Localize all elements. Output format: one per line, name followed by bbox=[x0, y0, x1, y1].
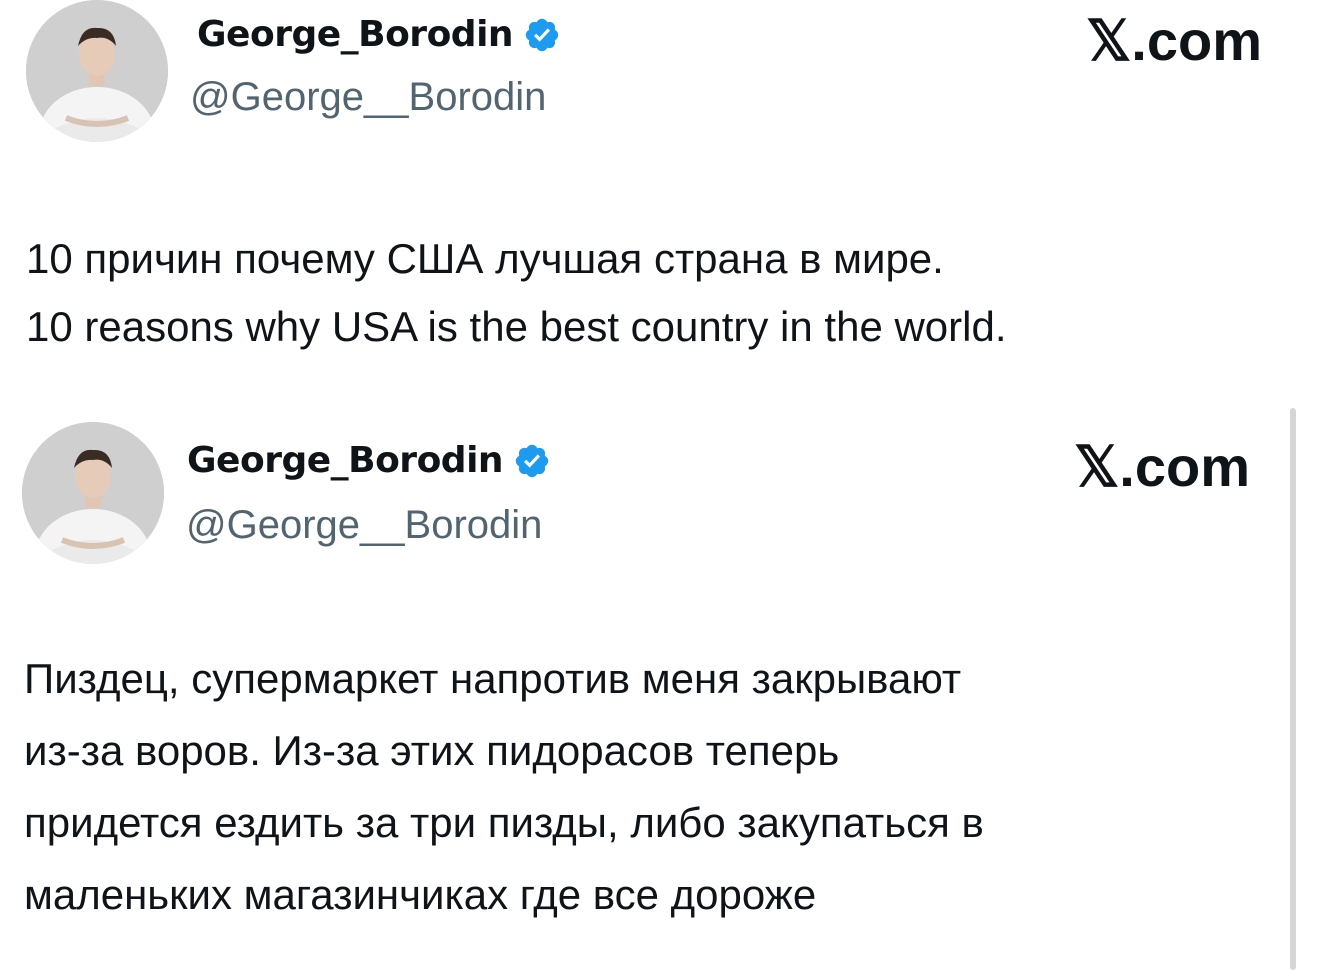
post-text-line: 10 reasons why USA is the best country i… bbox=[26, 303, 1007, 350]
person-photo-icon bbox=[26, 0, 168, 142]
author-handle[interactable]: @George__Borodin bbox=[190, 75, 546, 120]
author-display-name[interactable]: George_Borodin bbox=[187, 440, 504, 481]
post-text-line: придется ездить за три пизды, либо закуп… bbox=[24, 799, 984, 846]
post-text: 10 причин почему США лучшая страна в мир… bbox=[26, 225, 1306, 361]
author-display-name[interactable]: George_Borodin bbox=[197, 14, 514, 55]
post-text-line: Пиздец, супермаркет напротив меня закрыв… bbox=[24, 655, 962, 702]
verified-badge-icon bbox=[525, 18, 559, 51]
post-text-line: маленьких магазинчиках где все дороже bbox=[24, 871, 817, 918]
post-text-line: 10 причин почему США лучшая страна в мир… bbox=[26, 235, 944, 282]
author-name-row: George_Borodin bbox=[197, 14, 561, 55]
person-photo-icon bbox=[22, 422, 164, 564]
post-card: George_Borodin @George__Borodin 𝕏.com Пи… bbox=[0, 400, 1320, 970]
author-name-row: George_Borodin bbox=[187, 440, 551, 481]
verified-badge-icon bbox=[515, 444, 549, 477]
post-text-line: из-за воров. Из-за этих пидорасов теперь bbox=[24, 727, 840, 774]
quote-divider-bar bbox=[1290, 408, 1296, 970]
site-label: 𝕏.com bbox=[1086, 9, 1262, 72]
post-text: Пиздец, супермаркет напротив меня закрыв… bbox=[24, 643, 1284, 931]
author-handle[interactable]: @George__Borodin bbox=[186, 503, 542, 548]
site-label: 𝕏.com bbox=[1074, 435, 1250, 498]
author-avatar[interactable] bbox=[26, 0, 168, 142]
post-card: George_Borodin @George__Borodin 𝕏.com 10… bbox=[0, 0, 1320, 400]
author-avatar[interactable] bbox=[22, 422, 164, 564]
